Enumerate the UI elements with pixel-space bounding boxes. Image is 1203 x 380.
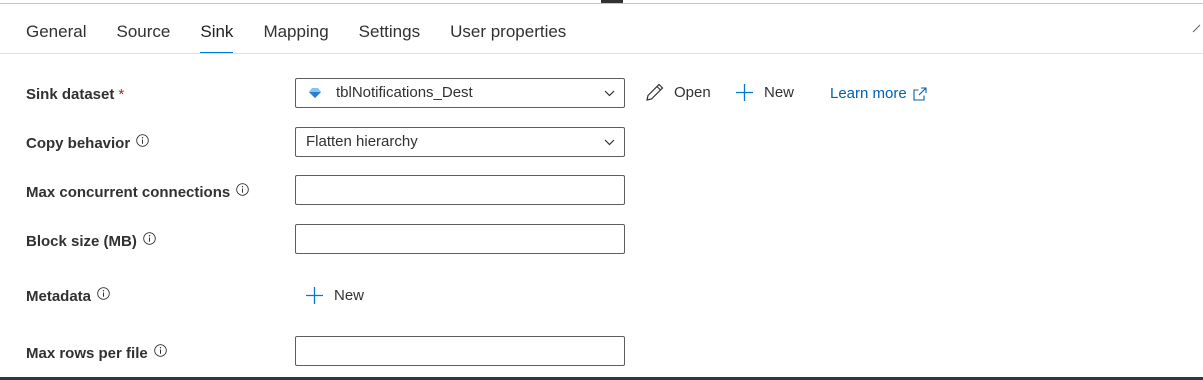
block-size-label: Block size (MB) <box>26 232 137 250</box>
max-concurrent-connections-input[interactable] <box>296 176 624 202</box>
dataset-icon <box>309 88 321 98</box>
info-icon[interactable] <box>143 231 156 245</box>
max-concurrent-connections-label: Max concurrent connections <box>26 183 231 201</box>
info-icon[interactable] <box>136 133 149 147</box>
block-size-row: Block size (MB) <box>26 226 156 256</box>
tab-sink[interactable]: Sink <box>200 20 234 54</box>
info-icon[interactable] <box>97 286 110 300</box>
learn-more-link[interactable]: Learn more <box>830 85 927 102</box>
info-icon[interactable] <box>153 343 167 357</box>
plus-icon <box>736 84 753 101</box>
copy-behavior-value: Flatten hierarchy <box>306 133 418 150</box>
tab-settings[interactable]: Settings <box>359 20 420 54</box>
chevron-down-icon <box>604 90 615 97</box>
info-icon[interactable] <box>236 182 249 196</box>
copy-behavior-label: Copy behavior <box>26 134 131 152</box>
metadata-label: Metadata <box>26 287 92 305</box>
new-dataset-button[interactable]: New <box>734 82 794 103</box>
sink-dataset-label: Sink dataset * <box>26 85 125 103</box>
required-marker: * <box>118 85 125 103</box>
tab-mapping[interactable]: Mapping <box>263 20 328 54</box>
tab-divider <box>0 53 1203 54</box>
pencil-icon <box>646 83 664 101</box>
max-rows-per-file-input[interactable] <box>296 337 624 363</box>
learn-more-label: Learn more <box>830 85 907 102</box>
copy-behavior-select[interactable]: Flatten hierarchy <box>295 127 625 157</box>
open-label: Open <box>674 84 711 101</box>
sink-dataset-select[interactable]: tblNotifications_Dest <box>295 78 625 108</box>
block-size-input[interactable] <box>296 225 624 251</box>
tab-source[interactable]: Source <box>116 20 170 54</box>
chevron-down-icon <box>604 139 615 146</box>
block-size-field[interactable] <box>295 224 625 254</box>
max-concurrent-connections-row: Max concurrent connections <box>26 177 249 207</box>
metadata-new-label: New <box>334 287 365 304</box>
max-concurrent-connections-field[interactable] <box>295 175 625 205</box>
add-metadata-button[interactable]: New <box>304 285 364 306</box>
plus-icon <box>306 287 323 304</box>
tab-bar: General Source Sink Mapping Settings Use… <box>26 20 596 54</box>
sink-settings-panel: General Source Sink Mapping Settings Use… <box>0 0 1203 380</box>
max-rows-per-file-row: Max rows per file <box>26 338 167 368</box>
resize-handle[interactable] <box>601 0 623 3</box>
tab-user-properties[interactable]: User properties <box>450 20 566 54</box>
external-link-icon <box>913 86 927 101</box>
open-dataset-button[interactable]: Open <box>644 82 711 103</box>
panel-top-border <box>0 3 1203 4</box>
max-rows-per-file-label: Max rows per file <box>26 344 148 362</box>
tab-general[interactable]: General <box>26 20 86 54</box>
max-rows-per-file-field[interactable] <box>295 336 625 366</box>
copy-behavior-row: Copy behavior <box>26 128 149 158</box>
collapse-chevron-icon[interactable] <box>1192 24 1203 35</box>
metadata-row: Metadata <box>26 281 110 311</box>
sink-dataset-value: tblNotifications_Dest <box>336 84 473 101</box>
new-label: New <box>764 84 795 101</box>
sink-dataset-row: Sink dataset * <box>26 79 124 109</box>
